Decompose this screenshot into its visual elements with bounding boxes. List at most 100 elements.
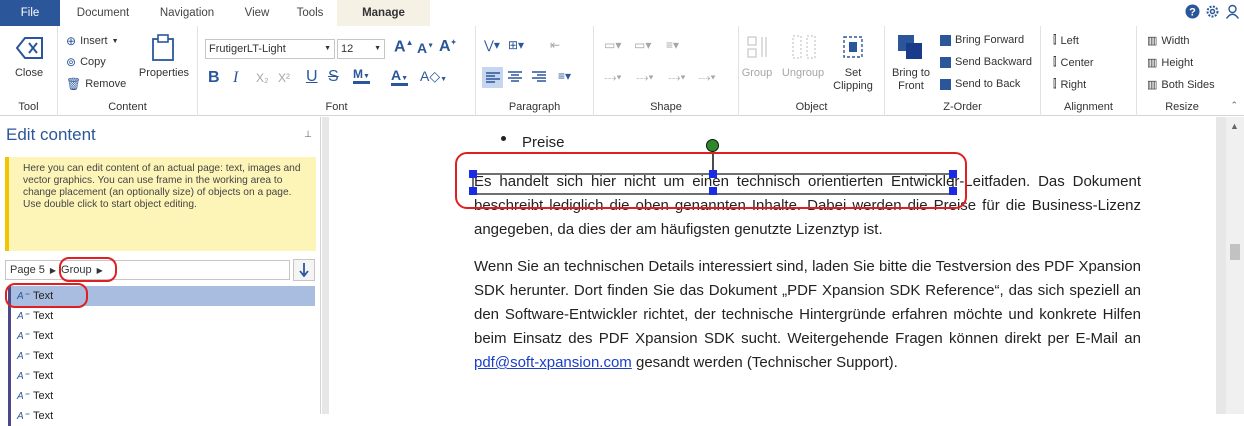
group-label-font: Font xyxy=(325,101,348,113)
tab-navigation[interactable]: Navigation xyxy=(152,0,222,26)
paragraph-2[interactable]: Wenn Sie an technischen Details interess… xyxy=(474,255,1141,375)
pin-icon[interactable]: ⊥ xyxy=(304,129,312,140)
svg-text:?: ? xyxy=(1189,6,1196,18)
copy-icon: ⊚ xyxy=(66,55,77,69)
copy-button[interactable]: ⊚ Copy xyxy=(66,55,106,69)
remove-button[interactable]: 🗑 Remove xyxy=(66,77,126,91)
vertical-scrollbar[interactable]: ▲ xyxy=(1226,117,1244,414)
resize-width-button[interactable]: ▥ Width xyxy=(1147,34,1190,48)
info-box: Here you can edit content of an actual p… xyxy=(5,157,316,251)
list-item[interactable]: A⁼ Text xyxy=(8,406,315,426)
send-to-back-button[interactable]: Send to Back xyxy=(940,78,1020,90)
navigate-down-button[interactable] xyxy=(293,259,315,281)
group-label-tool: Tool xyxy=(18,101,39,113)
fill-color-icon[interactable]: A◇▼ xyxy=(420,68,447,85)
text-object-icon: A⁼ xyxy=(17,310,29,322)
line-style-icon[interactable]: ≡▾ xyxy=(666,38,679,52)
rotate-handle[interactable] xyxy=(706,139,719,152)
list-style-icon[interactable]: ⋁▾ xyxy=(484,38,500,52)
group-label-paragraph: Paragraph xyxy=(508,101,561,113)
scroll-up-icon[interactable]: ▲ xyxy=(1230,121,1239,131)
collapse-ribbon-icon[interactable]: ⌃ xyxy=(1230,100,1238,111)
user-icon[interactable] xyxy=(1224,3,1240,19)
list-item[interactable]: A⁼ Text xyxy=(8,326,315,346)
help-icon[interactable]: ? xyxy=(1184,3,1200,19)
chevron-down-icon: ▼ xyxy=(374,45,381,52)
align-center-icon[interactable] xyxy=(508,71,522,86)
list-item[interactable]: A⁼ Text xyxy=(8,386,315,406)
send-backward-icon xyxy=(940,56,951,68)
outline-color-icon[interactable]: M▼ xyxy=(353,67,370,84)
resize-height-button[interactable]: ▥ Height xyxy=(1147,56,1193,70)
arrow-start-icon[interactable]: ⤏▾ xyxy=(604,70,622,85)
align-right-icon[interactable] xyxy=(532,71,546,86)
italic-icon[interactable]: I xyxy=(233,69,238,87)
indent-icon[interactable]: ⇤ xyxy=(550,38,560,52)
font-size-select[interactable]: 12 ▼ xyxy=(337,39,385,59)
bold-icon[interactable]: B xyxy=(208,69,220,87)
underline-icon[interactable]: U xyxy=(306,68,318,86)
bring-to-front-icon[interactable] xyxy=(897,34,923,63)
group-icon[interactable] xyxy=(745,34,771,63)
list-item[interactable]: A⁼ Text xyxy=(8,366,315,386)
bring-forward-button[interactable]: Bring Forward xyxy=(940,34,1024,46)
shrink-font-icon[interactable]: A▼ xyxy=(417,40,434,56)
font-color-icon[interactable]: A▼ xyxy=(391,67,409,86)
strikethrough-icon[interactable]: S xyxy=(328,68,339,86)
properties-button[interactable]: Properties xyxy=(134,67,194,80)
bring-forward-icon xyxy=(940,34,951,46)
group-resize: ▥ Width ▥ Height ▥ Both Sides Resize xyxy=(1137,26,1227,116)
align-obj-left-button[interactable]: ⫿ Left xyxy=(1053,34,1079,47)
send-to-back-icon xyxy=(940,78,951,90)
arrow-mid-icon[interactable]: ⤏▾ xyxy=(636,70,654,85)
breadcrumb-page[interactable]: Page 5 xyxy=(10,264,45,276)
tab-tools[interactable]: Tools xyxy=(290,0,330,26)
align-obj-right-button[interactable]: ⫿ Right xyxy=(1053,78,1086,91)
highlight-breadcrumb xyxy=(59,257,117,282)
set-clipping-button[interactable]: Set Clipping xyxy=(829,67,877,93)
arrow-end-icon[interactable]: ⤏▾ xyxy=(668,70,686,85)
close-tool-icon[interactable] xyxy=(15,36,44,63)
font-family-select[interactable]: FrutigerLT-Light ▼ xyxy=(205,39,335,59)
text-style-icon[interactable]: A✦ xyxy=(439,38,456,56)
highlight-selection xyxy=(455,152,967,209)
send-backward-button[interactable]: Send Backward xyxy=(940,56,1032,68)
align-obj-center-button[interactable]: ⫿ Center xyxy=(1053,56,1094,69)
list-item[interactable]: A⁼ Text xyxy=(8,346,315,366)
group-font: FrutigerLT-Light ▼ 12 ▼ A▲ A▼ A✦ B I X₂ X²… xyxy=(198,26,476,116)
set-clipping-icon[interactable] xyxy=(839,34,867,63)
group-button[interactable]: Group xyxy=(739,67,775,80)
arrow-type-icon[interactable]: ⤏▾ xyxy=(698,70,716,85)
resize-both-button[interactable]: ▥ Both Sides xyxy=(1147,78,1215,92)
align-left-icon[interactable] xyxy=(482,67,503,88)
table-icon[interactable]: ⊞▾ xyxy=(508,38,524,52)
group-label-shape: Shape xyxy=(650,101,682,113)
email-link[interactable]: pdf@soft-xpansion.com xyxy=(474,354,632,371)
stroke-icon[interactable]: ▭▾ xyxy=(634,38,651,52)
scroll-thumb[interactable] xyxy=(1230,244,1240,260)
document-page[interactable]: Preise Es handelt sich hier nicht um ein… xyxy=(329,117,1216,414)
arrow-down-icon xyxy=(299,263,309,277)
insert-button[interactable]: ⊕ Insert ▼ xyxy=(66,34,119,48)
align-right-obj-icon: ⫿ xyxy=(1053,78,1057,90)
text-object-icon: A⁼ xyxy=(17,390,29,402)
list-item[interactable]: A⁼ Text xyxy=(8,306,315,326)
group-content: ⊕ Insert ▼ ⊚ Copy 🗑 Remove Properties Conten… xyxy=(58,26,198,116)
tab-view[interactable]: View xyxy=(238,0,276,26)
tab-file[interactable]: File xyxy=(0,0,60,26)
tab-manage[interactable]: Manage xyxy=(337,0,430,26)
bring-to-front-button[interactable]: Bring to Front xyxy=(887,67,935,93)
line-spacing-icon[interactable]: ≡▾ xyxy=(558,69,571,83)
gear-icon[interactable] xyxy=(1204,3,1220,19)
properties-icon[interactable] xyxy=(150,34,176,65)
subscript-icon[interactable]: X₂ xyxy=(256,71,269,85)
close-button[interactable]: Close xyxy=(0,67,58,80)
menu-tab-bar: File Document Navigation View Tools Mana… xyxy=(0,0,1244,26)
ungroup-button[interactable]: Ungroup xyxy=(777,67,829,80)
fill-icon[interactable]: ▭▾ xyxy=(604,38,621,52)
tab-document[interactable]: Document xyxy=(72,0,134,26)
group-label-content: Content xyxy=(108,101,147,113)
grow-font-icon[interactable]: A▲ xyxy=(394,38,413,56)
ungroup-icon[interactable] xyxy=(791,34,817,63)
superscript-icon[interactable]: X² xyxy=(278,71,290,85)
